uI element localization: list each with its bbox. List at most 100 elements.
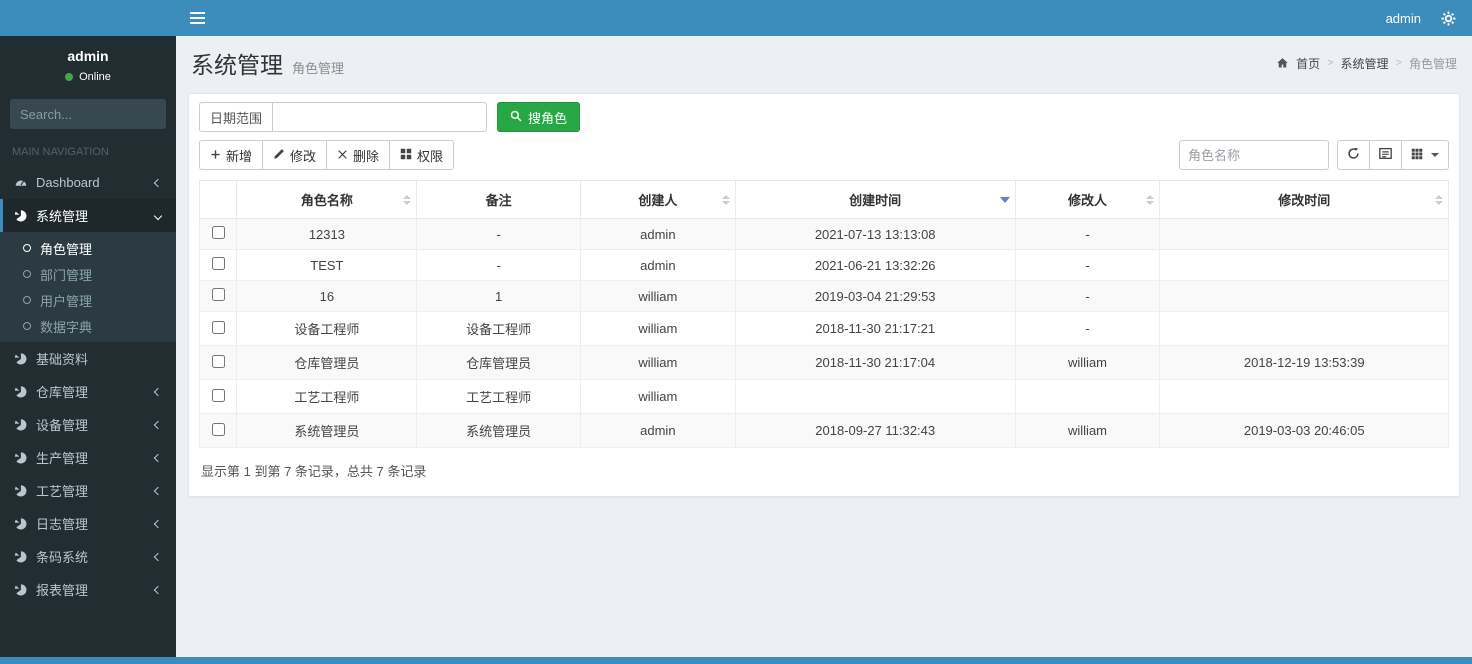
sidebar-item-3[interactable]: 仓库管理 (0, 375, 176, 408)
breadcrumb-item: 角色管理 (1408, 56, 1457, 71)
pie-chart-icon (14, 484, 36, 497)
sidebar: admin Online MAIN NAVIGATION Dashboard 系统… (0, 36, 176, 664)
pencil-icon (273, 148, 285, 163)
submenu: 角色管理部门管理用户管理 数据字典 (0, 232, 176, 342)
pie-chart-icon (14, 352, 36, 365)
table-cell: 仓库管理员 (416, 345, 581, 380)
sidebar-item-label: 设备管理 (36, 418, 89, 433)
user-panel: admin Online (0, 36, 176, 89)
logo[interactable] (0, 0, 176, 36)
chevron-left-icon (153, 486, 163, 495)
sidebar-item-8[interactable]: 条码系统 (0, 540, 176, 573)
row-checkbox[interactable] (211, 257, 225, 270)
column-header[interactable]: 修改人 (1014, 180, 1161, 219)
pagination-summary: 显示第 1 到第 7 条记录，总共 7 条记录 (201, 464, 427, 479)
table-cell: admin (579, 218, 736, 250)
table-cell: 2018-09-27 11:32:43 (734, 413, 1016, 448)
cogs-icon[interactable] (1441, 10, 1456, 26)
table-cell: 设备工程师 (416, 311, 581, 346)
chevron-down-icon (153, 211, 163, 220)
table-cell: 16 (236, 280, 418, 312)
edit-button[interactable]: 修改 (262, 140, 328, 170)
sidebar-item-6[interactable]: 工艺管理 (0, 474, 176, 507)
column-header[interactable]: 创建时间 (734, 180, 1016, 219)
table-cell: 1 (416, 280, 581, 312)
sidebar-item-0[interactable]: Dashboard (0, 166, 176, 199)
permission-button[interactable]: 权限 (389, 140, 455, 170)
sidebar-subitem-2[interactable]: 用户管理 (0, 287, 176, 313)
pie-chart-icon (14, 517, 36, 530)
row-checkbox[interactable] (211, 226, 225, 239)
sidebar-search-input[interactable] (10, 99, 166, 129)
sidebar-item-5[interactable]: 生产管理 (0, 441, 176, 474)
row-checkbox[interactable] (211, 388, 225, 402)
row-checkbox[interactable] (211, 354, 225, 368)
sidebar-item-label: 报表管理 (36, 583, 89, 598)
search-role-button[interactable]: 搜角色 (497, 102, 581, 132)
table-cell: 2021-07-13 13:13:08 (734, 218, 1016, 250)
sidebar-item-2[interactable]: 基础资料 (0, 342, 176, 375)
table-row: 仓库管理员 仓库管理员 william 2018-11-30 21:17:04 will… (198, 345, 1449, 380)
page-subtitle: 角色管理 (292, 61, 345, 76)
sidebar-subitem-label: 部门管理 (40, 267, 93, 283)
bottom-scrollbar[interactable] (0, 657, 1472, 664)
row-checkbox[interactable] (211, 422, 225, 436)
sidebar-item-7[interactable]: 日志管理 (0, 507, 176, 540)
table-cell: admin (579, 413, 736, 448)
breadcrumb-item[interactable]: 系统管理 (1341, 55, 1389, 72)
breadcrumb-item[interactable]: 首页 (1296, 55, 1320, 72)
sidebar-subitem-3[interactable]: 数据字典 (0, 313, 176, 339)
sort-icon (1146, 194, 1155, 205)
sidebar-toggle-button[interactable] (176, 0, 218, 36)
sidebar-item-label: 条码系统 (36, 550, 89, 565)
refresh-button[interactable] (1337, 140, 1370, 170)
chevron-left-icon (153, 585, 163, 594)
column-header[interactable]: 修改时间 (1159, 180, 1449, 219)
table-cell (1159, 249, 1449, 281)
column-header[interactable]: 角色名称 (236, 180, 418, 219)
sidebar-subitem-0[interactable]: 角色管理 (0, 235, 176, 261)
sidebar-subitem-1[interactable]: 部门管理 (0, 261, 176, 287)
row-checkbox-cell (198, 413, 238, 448)
add-button[interactable]: 新增 (199, 140, 264, 170)
column-header-label: 创建人 (638, 193, 678, 208)
top-navbar: admin (0, 0, 1472, 36)
date-range-input[interactable] (272, 102, 488, 132)
table-cell: admin (579, 249, 736, 281)
table-row: TEST - admin 2021-06-21 13:32:26- (198, 249, 1449, 281)
sidebar-item-label: 基础资料 (36, 352, 89, 367)
table-cell: - (416, 218, 581, 250)
columns-dropdown-button[interactable] (1401, 140, 1449, 170)
table-cell: 仓库管理员 (236, 345, 418, 380)
username-menu[interactable]: admin (1386, 11, 1421, 26)
list-icon (1379, 147, 1392, 163)
column-header: 备注 (416, 180, 581, 219)
table-cell: - (1014, 280, 1161, 312)
column-header[interactable]: 创建人 (579, 180, 736, 219)
table-body: 12313- admin 2021-07-13 13:13:08- TEST - admi… (198, 218, 1449, 448)
row-checkbox-cell (198, 379, 238, 414)
delete-button[interactable]: 删除 (326, 140, 391, 170)
pie-chart-icon (14, 583, 36, 596)
breadcrumb-separator: > (1395, 57, 1402, 69)
row-checkbox-cell (198, 218, 238, 250)
toggle-view-button[interactable] (1369, 140, 1402, 170)
caret-down-icon (1431, 153, 1439, 157)
sidebar-item-4[interactable]: 设备管理 (0, 408, 176, 441)
role-name-filter-input[interactable] (1179, 140, 1329, 170)
online-dot-icon (65, 73, 74, 81)
roles-table: 角色名称 备注 创建人 创建时间 修改人 修改时间 12313- admin 2021-07-… (198, 180, 1449, 448)
sidebar-item-1[interactable]: 系统管理 (0, 199, 176, 232)
row-checkbox[interactable] (211, 288, 225, 301)
content-box: 日期范围 搜角色 新增 修改 删除 权限 角色名称 角色名称 备注 创建人 创建… (188, 93, 1460, 497)
chevron-left-icon (153, 552, 163, 561)
table-cell: 2019-03-04 21:29:53 (734, 280, 1016, 312)
row-checkbox[interactable] (211, 320, 225, 334)
pie-chart-icon (14, 451, 36, 464)
main-content: 系统管理 角色管理 首页 > 系统管理 > 角色管理 日期范围 搜角色 新增 修… (176, 0, 1472, 664)
table-cell: 2021-06-21 13:32:26 (734, 249, 1016, 281)
chevron-left-icon (153, 420, 163, 429)
sidebar-item-9[interactable]: 报表管理 (0, 573, 176, 606)
table-cell: 系统管理员 (416, 413, 581, 448)
table-row: 设备工程师 设备工程师 william 2018-11-30 21:17:21- (198, 311, 1449, 346)
